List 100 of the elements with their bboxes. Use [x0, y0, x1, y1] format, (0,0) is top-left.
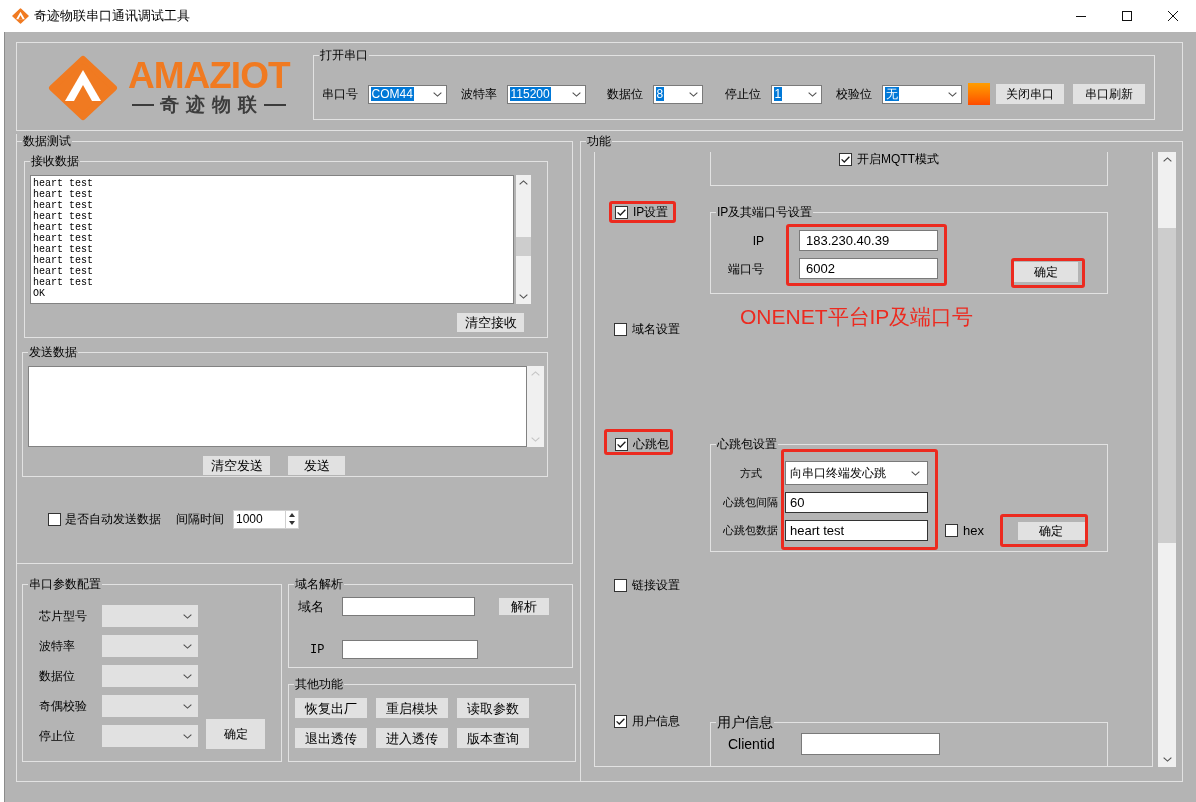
text-input[interactable]: 60 — [785, 492, 928, 513]
interval-spinbox[interactable]: 1000 — [233, 509, 299, 529]
chevron-down-icon — [911, 470, 920, 476]
field-label: 心跳包间隔 — [722, 495, 779, 511]
send-text-area[interactable] — [28, 366, 527, 447]
function-button[interactable]: 重启模块 — [376, 698, 448, 718]
clear-send-button[interactable]: 清空发送 — [203, 456, 270, 475]
dropdown[interactable]: 115200 — [506, 84, 586, 104]
checkbox-label: 心跳包 — [633, 437, 669, 451]
field-label: 停止位 — [724, 87, 761, 101]
confirm-button[interactable]: 确定 — [206, 719, 265, 749]
chevron-down-icon — [183, 703, 192, 709]
checkbox-label: hex — [963, 523, 984, 538]
link-checkbox[interactable] — [614, 578, 627, 592]
chevron-down-icon — [183, 643, 192, 649]
text-input[interactable] — [801, 733, 940, 755]
close-icon — [1168, 11, 1178, 21]
function-button[interactable]: 版本查询 — [457, 728, 529, 748]
group-title: 数据测试 — [22, 134, 72, 148]
mqtt-checkbox[interactable] — [839, 152, 852, 166]
function-button[interactable]: 进入透传 — [376, 728, 448, 748]
refresh-port-button[interactable]: 串口刷新 — [1072, 84, 1145, 104]
checkmark-icon — [617, 440, 626, 448]
domain-checkbox[interactable] — [614, 322, 627, 336]
dropdown[interactable]: 无 — [881, 84, 962, 104]
group-title: 串口参数配置 — [28, 577, 102, 591]
chevron-down-icon — [571, 91, 581, 97]
send-button[interactable]: 发送 — [288, 456, 345, 475]
domain-input[interactable] — [342, 597, 475, 616]
spin-up-icon[interactable] — [289, 512, 295, 517]
group-title: 接收数据 — [30, 154, 80, 168]
window-title: 奇迹物联串口通讯调试工具 — [34, 8, 190, 24]
chevron-down-icon — [183, 733, 192, 739]
field-label: 停止位 — [39, 728, 76, 745]
chevron-down-icon — [947, 91, 957, 97]
field-label: Clientid — [728, 734, 776, 754]
chevron-down-icon — [688, 91, 698, 97]
field-label: 心跳包数据 — [722, 523, 779, 539]
text-input[interactable]: heart test — [785, 520, 928, 541]
field-label: 串口号 — [321, 87, 358, 101]
chevron-down-icon — [183, 613, 192, 619]
checkbox-label: 链接设置 — [632, 578, 680, 592]
chevron-up-icon — [531, 371, 540, 376]
dropdown[interactable]: 1 — [770, 84, 822, 104]
field-label: IP — [310, 641, 326, 659]
chevron-down-icon — [531, 437, 540, 442]
interval-label: 间隔时间 — [176, 511, 224, 528]
user-info-checkbox[interactable] — [614, 714, 627, 728]
confirm-button[interactable]: 确定 — [1017, 521, 1085, 540]
checkmark-icon — [616, 717, 625, 725]
checkmark-icon — [617, 208, 626, 216]
auto-send-checkbox[interactable] — [48, 512, 61, 526]
function-button[interactable]: 读取参数 — [457, 698, 529, 718]
field-label: IP — [751, 232, 764, 250]
field-label: 数据位 — [606, 87, 643, 101]
close-port-button[interactable]: 关闭串口 — [995, 84, 1064, 104]
ip-input[interactable] — [342, 640, 478, 659]
heartbeat-checkbox[interactable] — [615, 437, 628, 451]
receive-text-area[interactable]: heart test heart test heart test heart test heart test heart test heart test heart test heart test heart test OK — [30, 175, 514, 304]
scrollbar-thumb[interactable] — [516, 237, 531, 256]
hex-checkbox[interactable] — [945, 524, 958, 537]
field-label: 奇偶校验 — [39, 698, 88, 715]
dropdown[interactable]: COM44 — [367, 84, 447, 104]
field-label: 波特率 — [39, 638, 76, 655]
group-title: IP及其端口号设置 — [716, 205, 814, 219]
checkbox-label: 开启MQTT模式 — [857, 152, 939, 166]
mode-dropdown[interactable]: 向串口终端发心跳 — [785, 461, 928, 485]
chevron-down-icon — [1162, 757, 1172, 762]
field-label: 波特率 — [460, 87, 497, 101]
group-title: 心跳包设置 — [716, 437, 778, 451]
minimize-icon — [1076, 15, 1086, 17]
clear-receive-button[interactable]: 清空接收 — [457, 313, 524, 332]
chevron-down-icon — [519, 294, 528, 299]
chevron-down-icon — [183, 673, 192, 679]
logo-wordmark: AMAZIOT — [128, 60, 290, 92]
field-label: 端口号 — [727, 260, 764, 278]
group-title: 域名解析 — [294, 577, 344, 591]
confirm-button[interactable]: 确定 — [1013, 262, 1078, 282]
spin-down-icon[interactable] — [289, 521, 295, 526]
dropdown[interactable]: 8 — [652, 84, 703, 104]
scrollbar[interactable] — [527, 366, 544, 447]
function-button[interactable]: 恢复出厂 — [295, 698, 367, 718]
text-input[interactable]: 183.230.40.39 — [799, 230, 938, 251]
resolve-button[interactable]: 解析 — [499, 598, 549, 615]
field-label: 域名 — [298, 597, 325, 616]
text-input[interactable]: 6002 — [799, 258, 938, 279]
group-title: 用户信息 — [716, 714, 774, 730]
group-title: 功能 — [586, 134, 612, 148]
scrollbar[interactable] — [1158, 152, 1176, 767]
checkbox-label: 域名设置 — [632, 322, 680, 336]
function-button[interactable]: 退出透传 — [295, 728, 367, 748]
ip-checkbox[interactable] — [615, 205, 628, 219]
chevron-up-icon — [1162, 157, 1172, 162]
scrollbar-thumb[interactable] — [1158, 228, 1176, 543]
field-label: 数据位 — [39, 668, 76, 685]
scrollbar[interactable] — [516, 175, 531, 304]
logo-tagline: 奇迹物联 — [159, 94, 264, 116]
chevron-down-icon — [807, 91, 817, 97]
group-title: 其他功能 — [294, 677, 344, 691]
maximize-icon — [1122, 11, 1132, 21]
